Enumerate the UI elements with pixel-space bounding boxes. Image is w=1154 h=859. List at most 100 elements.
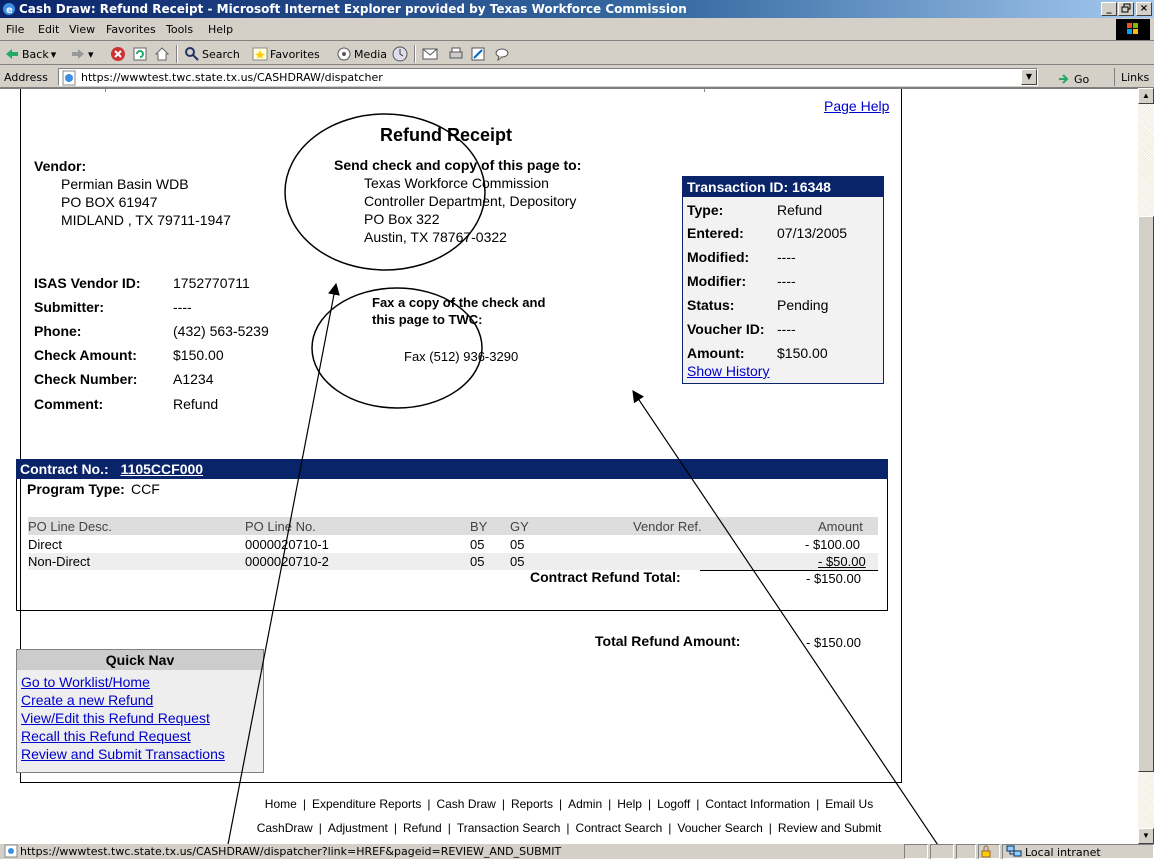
minimize-button[interactable]: _ <box>1101 2 1117 16</box>
footer-separator: | <box>318 821 322 835</box>
mail-icon[interactable] <box>422 46 438 62</box>
content-area: Page Help Refund Receipt Send check and … <box>0 88 1138 844</box>
tx-label: Status: <box>687 297 735 313</box>
footer-link[interactable]: Logoff <box>657 797 690 811</box>
footer-link[interactable]: Reports <box>511 797 553 811</box>
stop-icon[interactable] <box>110 46 126 62</box>
vertical-scrollbar[interactable]: ▲ ▼ <box>1138 88 1154 844</box>
favorites-button[interactable]: Favorites <box>252 46 320 62</box>
table-row-stripe <box>28 553 878 570</box>
vendor-line: Permian Basin WDB <box>61 176 189 192</box>
address-bar: Address https://wwwtest.twc.state.tx.us/… <box>0 66 1154 88</box>
menu-view[interactable]: View <box>69 23 95 36</box>
browser-window: e Cash Draw: Refund Receipt - Microsoft … <box>0 0 1154 859</box>
quick-nav-link[interactable]: View/Edit this Refund Request <box>21 710 210 726</box>
page-title: Refund Receipt <box>380 125 513 145</box>
history-icon[interactable] <box>392 46 408 62</box>
fax-number: Fax (512) 936-3290 <box>404 349 519 364</box>
go-button[interactable]: Go <box>1056 71 1089 87</box>
vendor-line: MIDLAND , TX 79711-1947 <box>61 212 231 228</box>
back-button[interactable]: Back ▾ <box>4 46 56 62</box>
footer-link[interactable]: Contact Information <box>705 797 810 811</box>
media-label: Media <box>354 47 388 61</box>
table-cell: - $100.00 <box>805 537 860 552</box>
refresh-icon[interactable] <box>132 46 148 62</box>
send-to-heading: Send check and copy of this page to: <box>334 157 582 173</box>
address-dropdown-button[interactable]: ▼ <box>1021 69 1037 85</box>
scroll-thumb[interactable] <box>1138 216 1154 772</box>
media-icon <box>337 47 351 61</box>
table-cell: Direct <box>28 537 62 552</box>
menu-file[interactable]: File <box>6 23 24 36</box>
footer-link[interactable]: Refund <box>403 821 442 835</box>
detail-label: Comment: <box>34 396 104 412</box>
lock-icon <box>981 845 991 858</box>
toolbar-separator <box>414 45 416 63</box>
quick-nav-link[interactable]: Review and Submit Transactions <box>21 746 225 762</box>
edit-icon[interactable] <box>470 46 486 62</box>
table-cell: 05 <box>470 537 485 552</box>
menu-edit[interactable]: Edit <box>38 23 59 36</box>
footer-separator: | <box>566 821 570 835</box>
footer-separator: | <box>696 797 700 811</box>
send-to-line: Controller Department, Depository <box>364 193 577 209</box>
address-input[interactable]: https://wwwtest.twc.state.tx.us/CASHDRAW… <box>58 68 1038 86</box>
search-icon <box>185 47 199 61</box>
footer-link[interactable]: Voucher Search <box>677 821 762 835</box>
menu-bar: File Edit View Favorites Tools Help <box>0 18 1154 41</box>
go-arrow-icon <box>1059 74 1069 84</box>
close-button[interactable]: × <box>1136 2 1152 16</box>
footer-separator: | <box>302 797 306 811</box>
show-history-link[interactable]: Show History <box>687 363 769 379</box>
page-help-link[interactable]: Page Help <box>824 98 889 114</box>
contract-number-link[interactable]: 1105CCF000 <box>121 461 204 477</box>
table-cell: 0000020710-2 <box>245 554 329 569</box>
footer-separator: | <box>647 797 652 811</box>
status-panel <box>930 844 954 859</box>
detail-value: ---- <box>173 299 192 315</box>
detail-value: 1752770711 <box>173 275 250 291</box>
search-button[interactable]: Search <box>184 46 240 62</box>
footer-link[interactable]: Review and Submit <box>778 821 881 835</box>
scroll-up-button[interactable]: ▲ <box>1138 88 1154 104</box>
print-icon[interactable] <box>448 46 464 62</box>
status-panel <box>956 844 976 859</box>
footer-link[interactable]: Expenditure Reports <box>312 797 421 811</box>
footer-link[interactable]: Transaction Search <box>457 821 561 835</box>
search-label: Search <box>202 47 240 61</box>
footer-link[interactable]: Email Us <box>825 797 873 811</box>
footer-link[interactable]: Cash Draw <box>436 797 495 811</box>
footer-link[interactable]: Adjustment <box>328 821 388 835</box>
links-button[interactable]: Links <box>1114 68 1149 86</box>
total-refund-label: Total Refund Amount: <box>595 633 741 649</box>
footer-separator: | <box>427 797 431 811</box>
menu-tools[interactable]: Tools <box>166 23 193 36</box>
footer-link[interactable]: Contract Search <box>576 821 663 835</box>
footer-link[interactable]: Help <box>617 797 642 811</box>
discuss-icon[interactable] <box>494 46 510 62</box>
media-button[interactable]: Media <box>336 46 387 62</box>
lock-panel <box>978 844 1000 859</box>
scroll-down-button[interactable]: ▼ <box>1138 828 1154 844</box>
home-icon[interactable] <box>154 46 170 62</box>
quick-nav-link[interactable]: Recall this Refund Request <box>21 728 191 744</box>
quick-nav-link[interactable]: Go to Worklist/Home <box>21 674 150 690</box>
column-header: Vendor Ref. <box>633 519 702 534</box>
footer-link[interactable]: Admin <box>568 797 602 811</box>
forward-button[interactable]: ▾ <box>70 46 94 62</box>
total-refund-value: - $150.00 <box>806 635 861 650</box>
footer-link[interactable]: Home <box>265 797 297 811</box>
intranet-icon <box>1006 845 1022 857</box>
send-to-line: Texas Workforce Commission <box>364 175 549 191</box>
menu-favorites[interactable]: Favorites <box>106 23 156 36</box>
chevron-down-icon: ▾ <box>50 47 57 61</box>
footer-row: CashDraw | Adjustment | Refund | Transaction S… <box>0 821 1138 835</box>
tx-label: Amount: <box>687 345 745 361</box>
menu-help[interactable]: Help <box>208 23 233 36</box>
footer-link[interactable]: CashDraw <box>257 821 313 835</box>
transaction-panel: Transaction ID: 16348 Type: Refund Enter… <box>682 176 884 384</box>
contract-total-value: - $150.00 <box>806 571 861 586</box>
transaction-header: Transaction ID: 16348 <box>683 177 883 197</box>
quick-nav-link[interactable]: Create a new Refund <box>21 692 153 708</box>
maximize-button[interactable] <box>1118 2 1134 16</box>
